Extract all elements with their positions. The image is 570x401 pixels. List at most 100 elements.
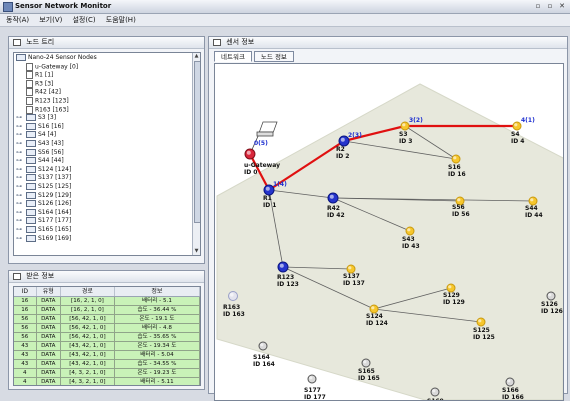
tree-item[interactable]: R3 [3] <box>26 79 53 88</box>
menu-help[interactable]: 도움말(H) <box>104 14 138 26</box>
tree-item[interactable]: ⊶ S126 [126] <box>16 200 71 208</box>
node-s165[interactable] <box>361 358 371 368</box>
laptop-icon[interactable] <box>256 121 278 137</box>
tree-item[interactable]: ⊶ S124 [124] <box>16 165 71 174</box>
node-gateway[interactable] <box>244 148 256 160</box>
close-button[interactable]: ✕ <box>557 1 567 11</box>
tab-node-info[interactable]: 노드 정보 <box>253 51 294 62</box>
tree-item[interactable]: ⊶ S56 [56] <box>16 148 64 157</box>
node-r163[interactable] <box>228 291 238 301</box>
menu-view[interactable]: 보기(V) <box>37 14 64 26</box>
tree-item[interactable]: Nano-24 Sensor Nodes <box>16 54 97 62</box>
minimize-button[interactable]: ▫ <box>533 1 543 11</box>
node-marker[interactable] <box>546 291 556 301</box>
node-marker[interactable] <box>405 226 415 236</box>
table-row[interactable]: 4 DATA [4, 3, 2, 1, 0] 배터리 - 5.11 <box>14 378 200 385</box>
table-row[interactable]: 16 DATA [16, 2, 1, 0] 배터리 - 5.1 <box>14 297 200 306</box>
expand-handle-icon[interactable]: ⊶ <box>16 123 26 131</box>
node-marker[interactable] <box>361 358 371 368</box>
tree-item[interactable]: ⊶ S16 [16] <box>16 122 64 131</box>
node-s125[interactable] <box>476 317 486 327</box>
column-id[interactable]: ID <box>14 287 37 296</box>
tree-item[interactable]: R1 [1] <box>26 71 53 80</box>
tree-item[interactable]: R42 [42] <box>26 88 61 97</box>
node-marker[interactable] <box>451 154 461 164</box>
node-marker[interactable] <box>512 121 522 131</box>
node-r123[interactable] <box>277 261 289 273</box>
expand-handle-icon[interactable]: ⊶ <box>16 235 26 243</box>
node-marker[interactable] <box>307 374 317 384</box>
node-marker[interactable] <box>369 304 379 314</box>
node-marker[interactable] <box>346 264 356 274</box>
tree-item[interactable]: ⊶ S44 [44] <box>16 157 64 165</box>
expand-handle-icon[interactable]: ⊶ <box>16 226 26 234</box>
expand-handle-icon[interactable]: ⊶ <box>16 157 26 165</box>
node-s4[interactable] <box>512 121 522 131</box>
tree-scrollbar[interactable]: ▲ ▼ <box>192 53 200 255</box>
tree-item[interactable]: ⊶ S164 [164] <box>16 208 71 217</box>
node-marker[interactable] <box>400 121 410 131</box>
tree-item[interactable]: ⊶ S125 [125] <box>16 183 71 191</box>
expand-handle-icon[interactable]: ⊶ <box>16 131 26 139</box>
tree-item[interactable]: ⊶ S165 [165] <box>16 226 71 234</box>
menu-settings[interactable]: 설정(C) <box>70 14 97 26</box>
tree-item[interactable]: ⊶ S137 [137] <box>16 174 71 182</box>
table-row[interactable]: 43 DATA [43, 42, 1, 0] 온도 - 19.34 도 <box>14 342 200 351</box>
scroll-down-icon[interactable]: ▼ <box>194 249 199 254</box>
menu-action[interactable]: 동작(A) <box>4 14 31 26</box>
node-tree[interactable]: Nano-24 Sensor Nodes u-Gateway [0] R1 [1] R… <box>13 52 201 256</box>
node-s169[interactable] <box>430 387 440 397</box>
node-s44[interactable] <box>528 196 538 206</box>
expand-handle-icon[interactable]: ⊶ <box>16 209 26 217</box>
node-s164[interactable] <box>258 341 268 351</box>
tree-item[interactable]: ⊶ S177 [177] <box>16 217 71 225</box>
expand-handle-icon[interactable]: ⊶ <box>16 183 26 191</box>
node-marker[interactable] <box>528 196 538 206</box>
expand-handle-icon[interactable]: ⊶ <box>16 140 26 148</box>
tree-item[interactable]: R123 [123] <box>26 97 69 105</box>
node-marker[interactable] <box>258 341 268 351</box>
tree-item[interactable]: ⊶ S169 [169] <box>16 234 71 243</box>
node-s137[interactable] <box>346 264 356 274</box>
tree-item[interactable]: u-Gateway [0] <box>26 62 78 71</box>
node-marker[interactable] <box>476 317 486 327</box>
column-path[interactable]: 경로 <box>61 287 115 296</box>
expand-handle-icon[interactable]: ⊶ <box>16 200 26 208</box>
expand-handle-icon[interactable]: ⊶ <box>16 149 26 157</box>
table-row[interactable]: 43 DATA [43, 42, 1, 0] 습도 - 34.55 % <box>14 360 200 369</box>
maximize-button[interactable]: ▫ <box>545 1 555 11</box>
tree-item[interactable]: ⊶ S3 [3] <box>16 114 56 122</box>
expand-handle-icon[interactable]: ⊶ <box>16 166 26 174</box>
node-s43[interactable] <box>405 226 415 236</box>
table-row[interactable]: 4 DATA [4, 3, 2, 1, 0] 온도 - 19.23 도 <box>14 369 200 378</box>
node-s166[interactable] <box>505 377 515 387</box>
network-view[interactable]: u-Gateway ID 0 R1 ID 1 R2 ID 2 R42 ID 42 R123 ID … <box>214 63 564 401</box>
scroll-up-icon[interactable]: ▲ <box>194 54 199 59</box>
received-table[interactable]: ID 유형 경로 정보 16 DATA [16, 2, 1, 0] 배터리 - 5.1… <box>13 286 201 386</box>
node-marker[interactable] <box>446 283 456 293</box>
expand-handle-icon[interactable]: ⊶ <box>16 217 26 225</box>
node-s177[interactable] <box>307 374 317 384</box>
node-s126[interactable] <box>546 291 556 301</box>
network-graph[interactable]: u-GatewayID 0R1ID 1R2ID 2R42ID 42R123ID … <box>215 64 563 400</box>
table-row[interactable]: 56 DATA [56, 42, 1, 0] 습도 - 35.65 % <box>14 333 200 342</box>
tree-item[interactable]: ⊶ S4 [4] <box>16 131 56 139</box>
table-row[interactable]: 43 DATA [43, 42, 1, 0] 배터리 - 5.04 <box>14 351 200 360</box>
node-marker[interactable] <box>430 387 440 397</box>
expand-handle-icon[interactable]: ⊶ <box>16 174 26 182</box>
expand-handle-icon[interactable]: ⊶ <box>16 192 26 200</box>
node-s16[interactable] <box>451 154 461 164</box>
scroll-thumb[interactable] <box>194 61 200 223</box>
node-s124[interactable] <box>369 304 379 314</box>
node-r42[interactable] <box>327 192 339 204</box>
node-s129[interactable] <box>446 283 456 293</box>
expand-handle-icon[interactable]: ⊶ <box>16 114 26 122</box>
tree-item[interactable]: R163 [163] <box>26 105 69 114</box>
column-info[interactable]: 정보 <box>115 287 200 296</box>
tree-item[interactable]: ⊶ S129 [129] <box>16 191 71 200</box>
table-row[interactable]: 16 DATA [16, 2, 1, 0] 습도 - 36.44 % <box>14 306 200 315</box>
column-type[interactable]: 유형 <box>37 287 62 296</box>
tree-item[interactable]: ⊶ S43 [43] <box>16 140 64 148</box>
table-row[interactable]: 56 DATA [56, 42, 1, 0] 온도 - 19.1 도 <box>14 315 200 324</box>
tab-network[interactable]: 네트워크 <box>214 51 252 62</box>
